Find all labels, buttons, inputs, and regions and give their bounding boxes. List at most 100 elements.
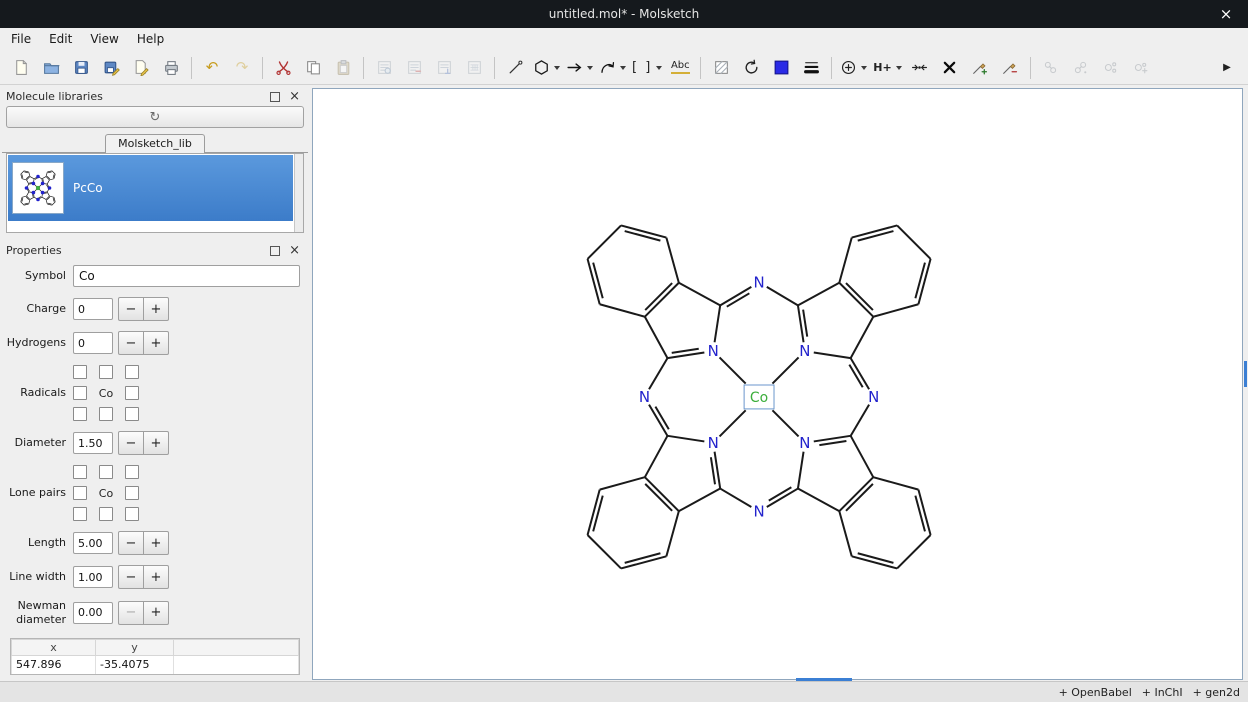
line-width-increment-button[interactable]: + [143,565,169,589]
menu-edit[interactable]: Edit [40,28,81,51]
lone-pairs-checkbox-6[interactable] [73,507,87,521]
hydrogens-increment-button[interactable]: + [143,331,169,355]
diameter-value[interactable] [73,432,113,454]
new-file-button[interactable] [7,55,35,81]
bond[interactable] [42,197,46,199]
length-increment-button[interactable]: + [143,531,169,555]
lone-pairs-checkbox-3[interactable] [125,465,139,479]
bond[interactable] [858,231,894,241]
bond[interactable] [47,180,49,184]
color-picker-button[interactable] [767,55,795,81]
bond[interactable] [839,238,851,283]
bond[interactable] [645,477,679,511]
delete-tool-button[interactable] [936,55,964,81]
bond[interactable] [897,535,930,568]
chevron-down-icon[interactable] [656,66,662,70]
line-width-tool-button[interactable] [797,55,825,81]
nitrogen-atom-label[interactable]: N [708,434,719,452]
bond[interactable] [873,477,918,489]
bond[interactable] [897,225,930,258]
bond[interactable] [625,231,661,241]
reaction-arrow-tool-button[interactable] [564,55,595,81]
nitrogen-atom-label[interactable]: N [708,342,719,360]
bond[interactable] [625,553,661,563]
central-atom-label[interactable]: Co [750,390,768,406]
window-close-button[interactable]: × [1204,5,1248,23]
status-openbabel[interactable]: + OpenBabel [1059,686,1132,699]
bond[interactable] [851,358,869,389]
bond[interactable] [21,171,24,174]
text-tool-button[interactable]: Abc [666,55,694,81]
bond[interactable] [720,489,751,507]
bond[interactable] [814,352,851,358]
bond[interactable] [22,196,27,197]
bond[interactable] [839,283,873,317]
bond[interactable] [839,511,851,556]
bond[interactable] [52,171,55,174]
bond[interactable] [22,198,23,202]
hatch-tool-button[interactable] [707,55,735,81]
lone-pairs-checkbox-4[interactable] [73,486,87,500]
bond[interactable] [645,436,668,477]
symbol-input[interactable] [73,265,300,287]
chevron-down-icon[interactable] [587,66,593,70]
close-panel-icon[interactable]: × [289,90,300,103]
bond[interactable] [600,304,645,316]
bond[interactable] [21,202,24,205]
cut-button[interactable] [269,55,297,81]
radicals-checkbox-3[interactable] [125,365,139,379]
bond[interactable] [720,410,746,436]
charge-tool-button[interactable] [838,55,869,81]
chevron-down-icon[interactable] [896,66,902,70]
length-value[interactable] [73,532,113,554]
bond[interactable] [645,283,679,317]
bond[interactable] [798,283,839,306]
nitrogen-atom-label[interactable]: N [753,273,764,291]
ring-tool-button[interactable] [531,55,562,81]
charge-value[interactable] [73,298,113,320]
bond[interactable] [53,198,54,202]
status-gen2d[interactable]: + gen2d [1193,686,1240,699]
bond[interactable] [672,349,699,353]
diameter-increment-button[interactable]: + [143,431,169,455]
bond-length-tool-button[interactable] [906,55,934,81]
bond[interactable] [715,305,721,342]
chevron-down-icon[interactable] [861,66,867,70]
radicals-checkbox-5[interactable] [125,386,139,400]
save-as-button[interactable] [97,55,125,81]
coords-cell-0[interactable]: 547.896 [12,655,96,674]
lone-pairs-checkbox-8[interactable] [125,507,139,521]
newman-increment-button[interactable]: + [143,601,169,625]
bond[interactable] [22,174,23,178]
line-width-value[interactable] [73,566,113,588]
rotate-tool-button[interactable] [737,55,765,81]
close-panel-icon[interactable]: × [289,244,300,257]
edit-document-button[interactable] [127,55,155,81]
bond[interactable] [679,489,720,512]
diameter-decrement-button[interactable]: − [118,431,144,455]
bond[interactable] [593,496,603,532]
charge-decrement-button[interactable]: − [118,297,144,321]
bond[interactable] [666,511,678,556]
line-width-decrement-button[interactable]: − [118,565,144,589]
bond[interactable] [666,238,678,283]
bond[interactable] [846,283,873,310]
bond[interactable] [24,172,28,173]
bond[interactable] [819,441,846,445]
bond[interactable] [42,177,46,179]
float-panel-icon[interactable] [270,246,280,256]
chevron-down-icon[interactable] [620,66,626,70]
undo-button[interactable]: ↶ [198,55,226,81]
lone-pairs-checkbox-2[interactable] [99,465,113,479]
bond[interactable] [30,197,34,199]
radicals-checkbox-6[interactable] [73,407,87,421]
nitrogen-atom-label[interactable]: N [753,503,764,521]
nitrogen-atom-label[interactable]: N [799,342,810,360]
open-file-button[interactable] [37,55,65,81]
bond[interactable] [720,287,751,305]
menu-view[interactable]: View [81,28,127,51]
menu-file[interactable]: File [2,28,40,51]
menu-help[interactable]: Help [128,28,173,51]
bond[interactable] [711,457,715,484]
bond[interactable] [53,174,54,178]
